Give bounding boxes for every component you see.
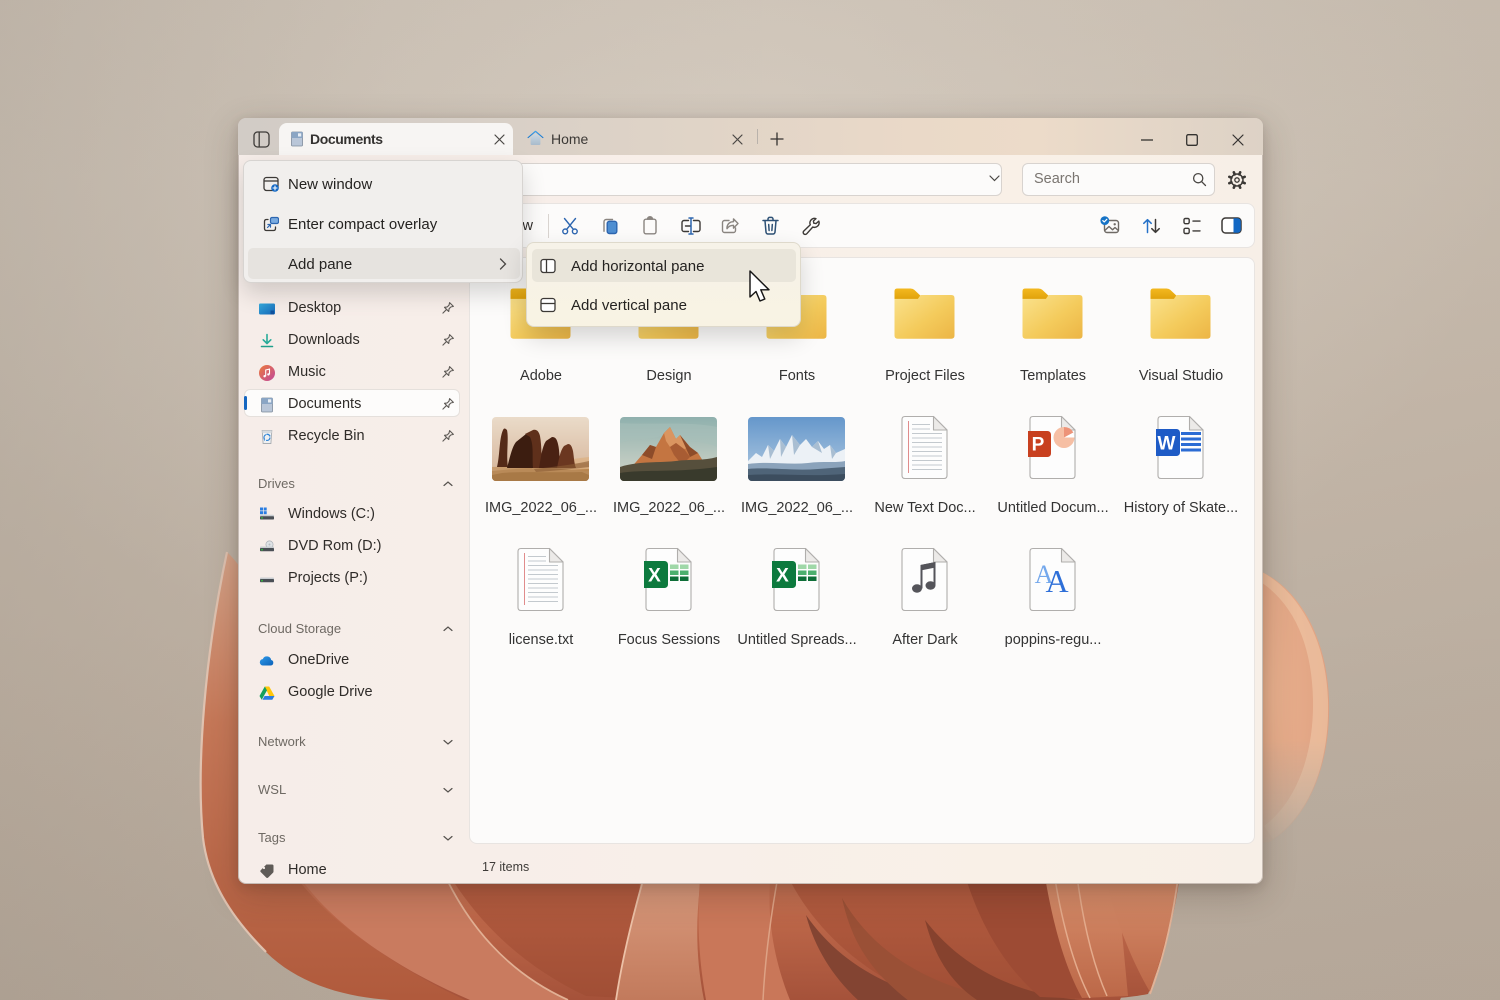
svg-text:A: A [1045,563,1068,599]
svg-text:P: P [1032,435,1045,456]
svg-text:X: X [648,566,661,587]
svg-text:X: X [776,566,789,587]
svg-text:W: W [1158,434,1176,455]
